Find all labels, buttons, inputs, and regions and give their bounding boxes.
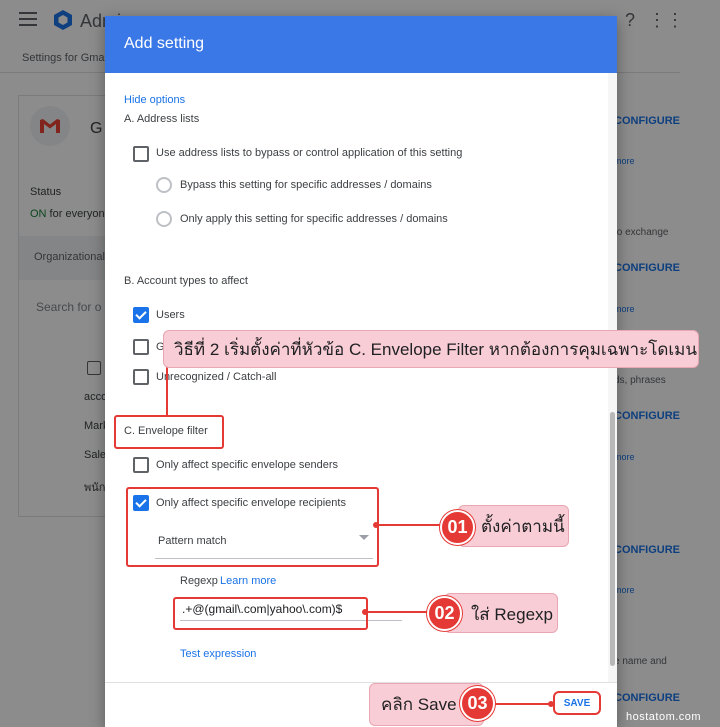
hide-options-link[interactable]: Hide options: [124, 94, 185, 106]
dialog-header: Add setting: [105, 16, 617, 73]
test-expression-link[interactable]: Test expression: [180, 648, 256, 660]
bypass-radio[interactable]: [156, 177, 172, 193]
unrecognized-label: Unrecognized / Catch-all: [156, 371, 277, 383]
regexp-highlight: [173, 597, 368, 630]
only-apply-radio-label: Only apply this setting for specific add…: [180, 213, 448, 225]
step2-badge: 02: [427, 596, 462, 631]
method-note-callout: วิธีที่ 2 เริ่มตั้งค่าที่หัวข้อ C. Envel…: [163, 330, 699, 368]
bypass-radio-label: Bypass this setting for specific address…: [180, 179, 432, 191]
use-address-lists-label: Use address lists to bypass or control a…: [156, 147, 463, 159]
recipients-highlight: [126, 487, 379, 567]
regexp-label: Regexp: [180, 575, 218, 587]
unrecognized-checkbox[interactable]: [133, 369, 149, 385]
step2-connector: [365, 611, 427, 613]
dialog-scrollbar-thumb[interactable]: [610, 412, 615, 666]
step1-connector: [376, 524, 442, 526]
connector-dot: [548, 701, 554, 707]
dialog-title: Add setting: [124, 35, 205, 52]
only-apply-radio[interactable]: [156, 211, 172, 227]
use-address-lists-checkbox[interactable]: [133, 146, 149, 162]
only-senders-checkbox[interactable]: [133, 457, 149, 473]
users-checkbox[interactable]: [133, 307, 149, 323]
step3-badge: 03: [460, 686, 495, 721]
watermark: hostatom.com: [626, 711, 702, 723]
envelope-filter-highlight: [114, 415, 224, 449]
only-senders-label: Only affect specific envelope senders: [156, 459, 339, 471]
save-button[interactable]: SAVE: [553, 691, 601, 715]
groups-checkbox[interactable]: [133, 339, 149, 355]
users-label: Users: [156, 309, 185, 321]
learn-more-link[interactable]: Learn more: [220, 575, 276, 587]
section-a-heading: A. Address lists: [124, 113, 200, 125]
step1-badge: 01: [440, 510, 475, 545]
step3-connector: [495, 703, 551, 705]
section-b-heading: B. Account types to affect: [124, 275, 248, 287]
